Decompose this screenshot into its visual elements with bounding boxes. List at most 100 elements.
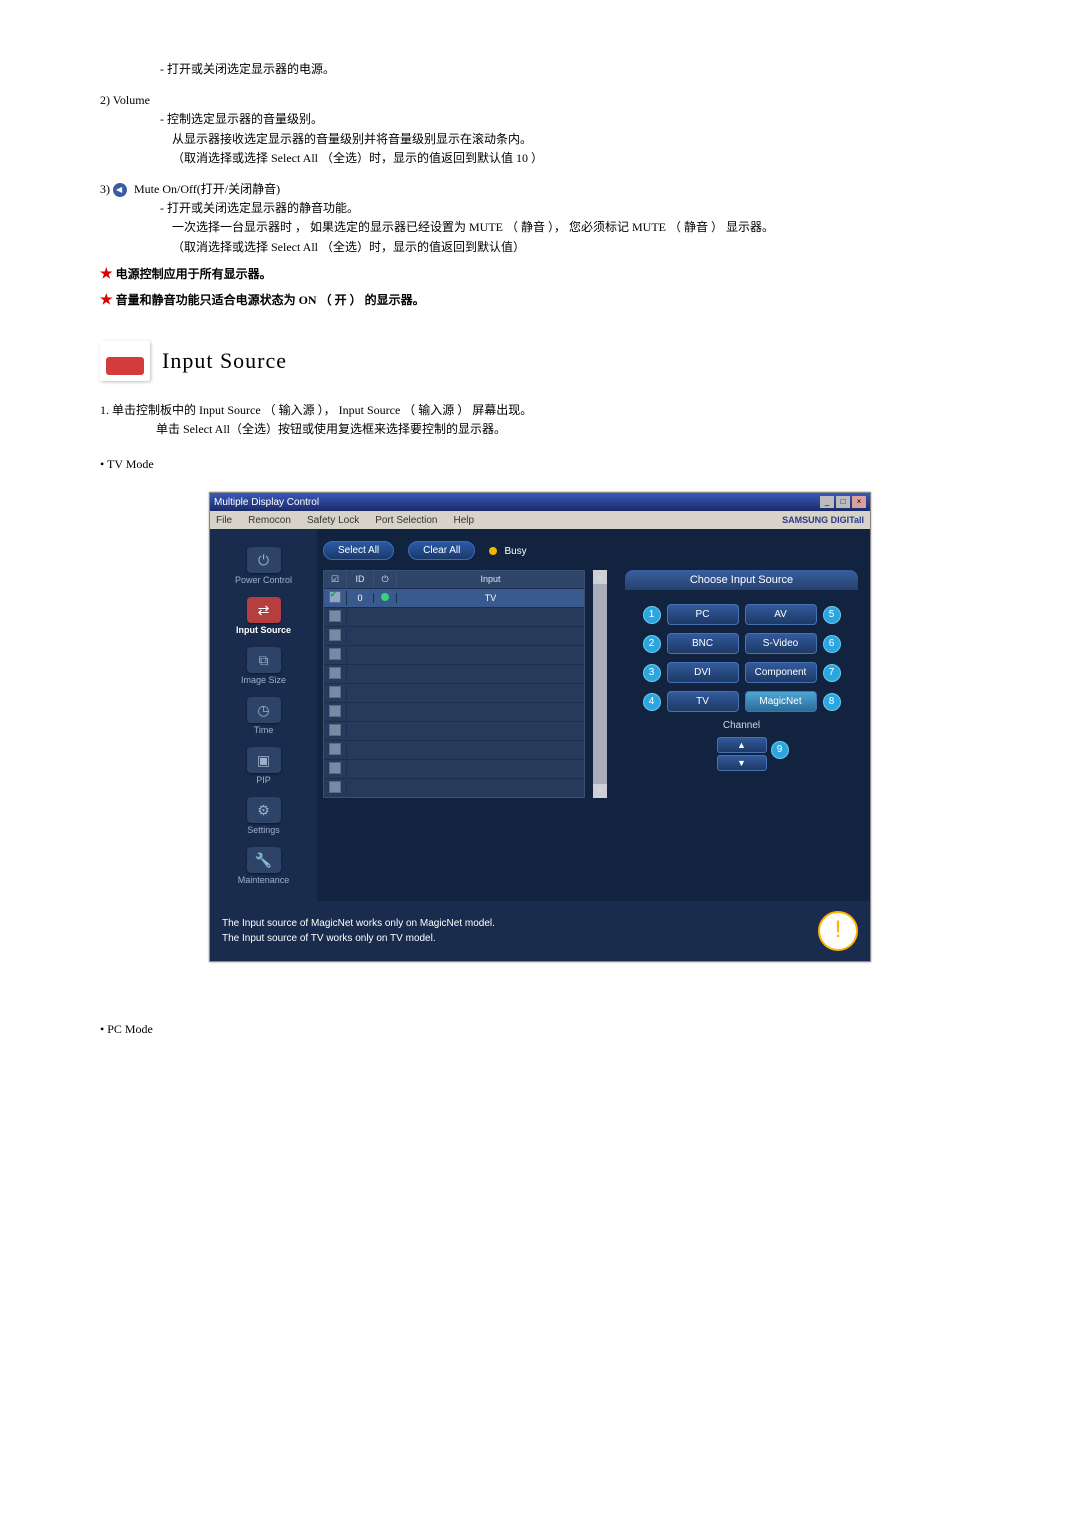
close-button[interactable]: × [852, 496, 866, 508]
callout-9: 9 [771, 741, 789, 759]
sidebar-label-settings: Settings [216, 825, 311, 835]
step-1: 1. 单击控制板中的 Input Source （ 输入源 ）， Input S… [100, 401, 1020, 420]
star-note-1: ★ 电源控制应用于所有显示器。 [100, 265, 1020, 283]
table-header: ☑ ID ⏻ Input [324, 571, 584, 588]
row-checkbox[interactable] [329, 667, 341, 679]
sidebar-label-pip: PIP [216, 775, 311, 785]
busy-dot-icon [489, 547, 497, 555]
table-row[interactable] [324, 645, 584, 664]
vol-desc1: - 控制选定显示器的音量级别。 [160, 110, 1020, 129]
footer-bar: The Input source of MagicNet works only … [210, 901, 870, 961]
mute-label: Mute On/Off(打开/关闭静音) [134, 182, 280, 196]
sidebar-label-image: Image Size [216, 675, 311, 685]
app-screenshot: Multiple Display Control _ □ × File Remo… [209, 492, 871, 962]
sidebar-item-input-source[interactable]: ⇄ Input Source [216, 595, 311, 641]
display-table: ☑ ID ⏻ Input 0 TV [323, 570, 585, 798]
footer-text: The Input source of MagicNet works only … [222, 916, 818, 946]
row-input: TV [397, 593, 584, 603]
source-magicnet-button[interactable]: MagicNet [745, 691, 817, 712]
callout-7: 7 [823, 664, 841, 682]
callout-2: 2 [643, 635, 661, 653]
vol-desc3: （取消选择或选择 Select All （全选）时，显示的值返回到默认值 10 … [172, 149, 1020, 168]
table-row[interactable] [324, 664, 584, 683]
menu-bar: File Remocon Safety Lock Port Selection … [210, 511, 870, 529]
sidebar-label-power: Power Control [216, 575, 311, 585]
menu-remocon[interactable]: Remocon [248, 515, 291, 526]
step1-num: 1. [100, 403, 109, 417]
col-check-header[interactable]: ☑ [324, 571, 347, 588]
row-checkbox[interactable] [329, 705, 341, 717]
mute-desc2: 一次选择一台显示器时 ， 如果选定的显示器已经设置为 MUTE （ 静音 ）， … [172, 218, 1020, 237]
channel-down-button[interactable]: ▼ [717, 755, 767, 771]
mute-desc1: - 打开或关闭选定显示器的静音功能。 [160, 199, 1020, 218]
table-row[interactable] [324, 702, 584, 721]
source-svideo-button[interactable]: S-Video [745, 633, 817, 654]
row-checkbox[interactable] [329, 610, 341, 622]
section-heading: Input Source [100, 341, 1020, 381]
clear-all-button[interactable]: Clear All [408, 541, 475, 560]
section-title-text: Input Source [162, 348, 287, 374]
row-checkbox[interactable] [329, 781, 341, 793]
sidebar-item-pip[interactable]: ▣ PIP [216, 745, 311, 791]
star2-text: 音量和静音功能只适合电源状态为 ON （ 开 ） 的显示器。 [116, 293, 425, 307]
select-all-button[interactable]: Select All [323, 541, 394, 560]
callout-8: 8 [823, 693, 841, 711]
sidebar-label-time: Time [216, 725, 311, 735]
table-row[interactable] [324, 607, 584, 626]
callout-5: 5 [823, 606, 841, 624]
source-bnc-button[interactable]: BNC [667, 633, 739, 654]
star-note-2: ★ 音量和静音功能只适合电源状态为 ON （ 开 ） 的显示器。 [100, 291, 1020, 309]
sidebar-item-image-size[interactable]: ⧉ Image Size [216, 645, 311, 691]
table-row[interactable] [324, 740, 584, 759]
row-checkbox[interactable] [329, 648, 341, 660]
channel-block: Channel ▲ ▼ 9 [625, 720, 858, 773]
row-id: 0 [347, 593, 374, 603]
table-row[interactable] [324, 778, 584, 797]
panel-heading: Choose Input Source [625, 570, 858, 590]
row-checkbox[interactable] [329, 591, 341, 603]
menu-safety-lock[interactable]: Safety Lock [307, 515, 359, 526]
sidebar-item-time[interactable]: ◷ Time [216, 695, 311, 741]
sidebar-item-power[interactable]: ⏻ Power Control [216, 545, 311, 591]
power-icon: ⏻ [247, 547, 281, 573]
table-row[interactable] [324, 721, 584, 740]
row-checkbox[interactable] [329, 629, 341, 641]
sidebar-item-settings[interactable]: ⚙ Settings [216, 795, 311, 841]
footer-line1: The Input source of MagicNet works only … [222, 916, 818, 931]
sidebar-item-maintenance[interactable]: 🔧 Maintenance [216, 845, 311, 891]
brand-label: SAMSUNG DIGITall [782, 515, 864, 525]
title-bar: Multiple Display Control _ □ × [210, 493, 870, 511]
vol-label: Volume [113, 93, 150, 107]
table-row[interactable] [324, 759, 584, 778]
callout-6: 6 [823, 635, 841, 653]
table-row[interactable] [324, 626, 584, 645]
source-dvi-button[interactable]: DVI [667, 662, 739, 683]
row-checkbox[interactable] [329, 762, 341, 774]
menu-file[interactable]: File [216, 515, 232, 526]
pip-icon: ▣ [247, 747, 281, 773]
source-av-button[interactable]: AV [745, 604, 817, 625]
table-row[interactable] [324, 683, 584, 702]
window-buttons: _ □ × [820, 496, 866, 508]
scroll-down-icon[interactable]: ▼ [593, 784, 607, 798]
menu-port-selection[interactable]: Port Selection [375, 515, 437, 526]
source-component-button[interactable]: Component [745, 662, 817, 683]
menu-help[interactable]: Help [453, 515, 474, 526]
row-checkbox[interactable] [329, 686, 341, 698]
star-icon: ★ [100, 293, 113, 308]
maximize-button[interactable]: □ [836, 496, 850, 508]
row-checkbox[interactable] [329, 724, 341, 736]
section-icon [100, 341, 150, 381]
source-tv-button[interactable]: TV [667, 691, 739, 712]
minimize-button[interactable]: _ [820, 496, 834, 508]
row-checkbox[interactable] [329, 743, 341, 755]
col-id-header: ID [347, 571, 374, 588]
item-mute: 3) Mute On/Off(打开/关闭静音) [100, 180, 1020, 199]
callout-4: 4 [643, 693, 661, 711]
source-pc-button[interactable]: PC [667, 604, 739, 625]
time-icon: ◷ [247, 697, 281, 723]
scroll-up-icon[interactable]: ▲ [593, 570, 607, 584]
channel-up-button[interactable]: ▲ [717, 737, 767, 753]
scrollbar[interactable]: ▲ ▼ [593, 570, 607, 798]
table-row[interactable]: 0 TV [324, 588, 584, 607]
